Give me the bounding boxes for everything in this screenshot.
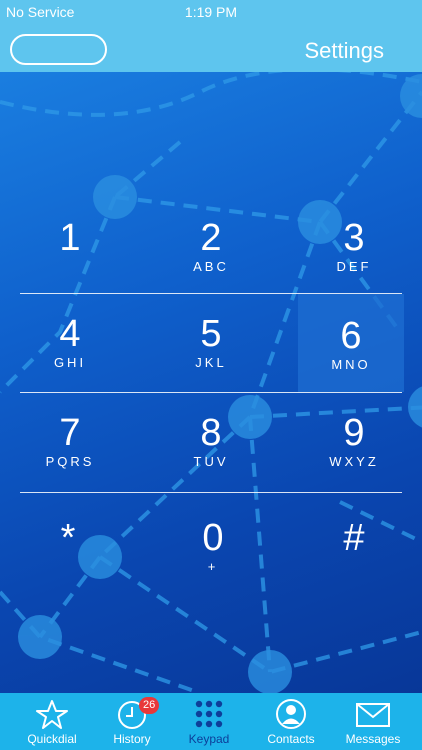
key-8[interactable]: 8 TUV [151, 267, 271, 469]
history-badge: 26 [139, 697, 160, 714]
key-3[interactable]: 3 DEF [294, 72, 414, 274]
key-digit: # [343, 517, 365, 559]
tab-messages[interactable]: Messages [331, 693, 415, 750]
key-digit: 3 [343, 217, 365, 259]
tab-label: History [113, 732, 151, 746]
key-5[interactable]: 5 JKL [151, 168, 271, 370]
key-1[interactable]: 1 [10, 72, 130, 258]
key-letters: + [207, 559, 219, 574]
key-digit: 0 [202, 517, 224, 559]
dialed-number-field[interactable] [10, 34, 107, 65]
key-digit: * [60, 517, 76, 559]
status-bar: No Service 1:19 PM [0, 0, 422, 22]
keypad: 1 2 ABC 3 DEF 4 GHI 5 JKL 6 MNO 7 PQRS 8… [0, 72, 422, 693]
tab-bar: Quickdial 26 History Keypad Contacts Mes… [0, 693, 422, 750]
tab-quickdial[interactable]: Quickdial [10, 693, 94, 750]
tab-contacts[interactable]: Contacts [249, 693, 333, 750]
tab-history[interactable]: 26 History [90, 693, 174, 750]
tab-label: Quickdial [27, 732, 77, 746]
contact-icon [276, 699, 306, 729]
envelope-icon [356, 703, 390, 727]
tab-keypad[interactable]: Keypad [167, 693, 251, 750]
settings-button[interactable]: Settings [305, 38, 385, 64]
key-7[interactable]: 7 PQRS [10, 267, 130, 469]
tab-label: Messages [345, 732, 401, 746]
key-star[interactable]: * [8, 372, 128, 558]
star-icon [36, 700, 68, 729]
key-hash[interactable]: # [294, 372, 414, 558]
nav-bar: Settings [0, 22, 422, 72]
key-9[interactable]: 9 WXYZ [294, 267, 414, 469]
tab-label: Contacts [267, 732, 315, 746]
row-divider [20, 492, 402, 493]
key-0[interactable]: 0 + [153, 372, 273, 574]
key-2[interactable]: 2 ABC [151, 72, 271, 274]
keypad-icon [195, 700, 223, 728]
tab-label: Keypad [188, 732, 230, 746]
clock-time: 1:19 PM [184, 4, 238, 20]
key-letters: MNO [331, 357, 371, 372]
key-4[interactable]: 4 GHI [10, 168, 130, 370]
